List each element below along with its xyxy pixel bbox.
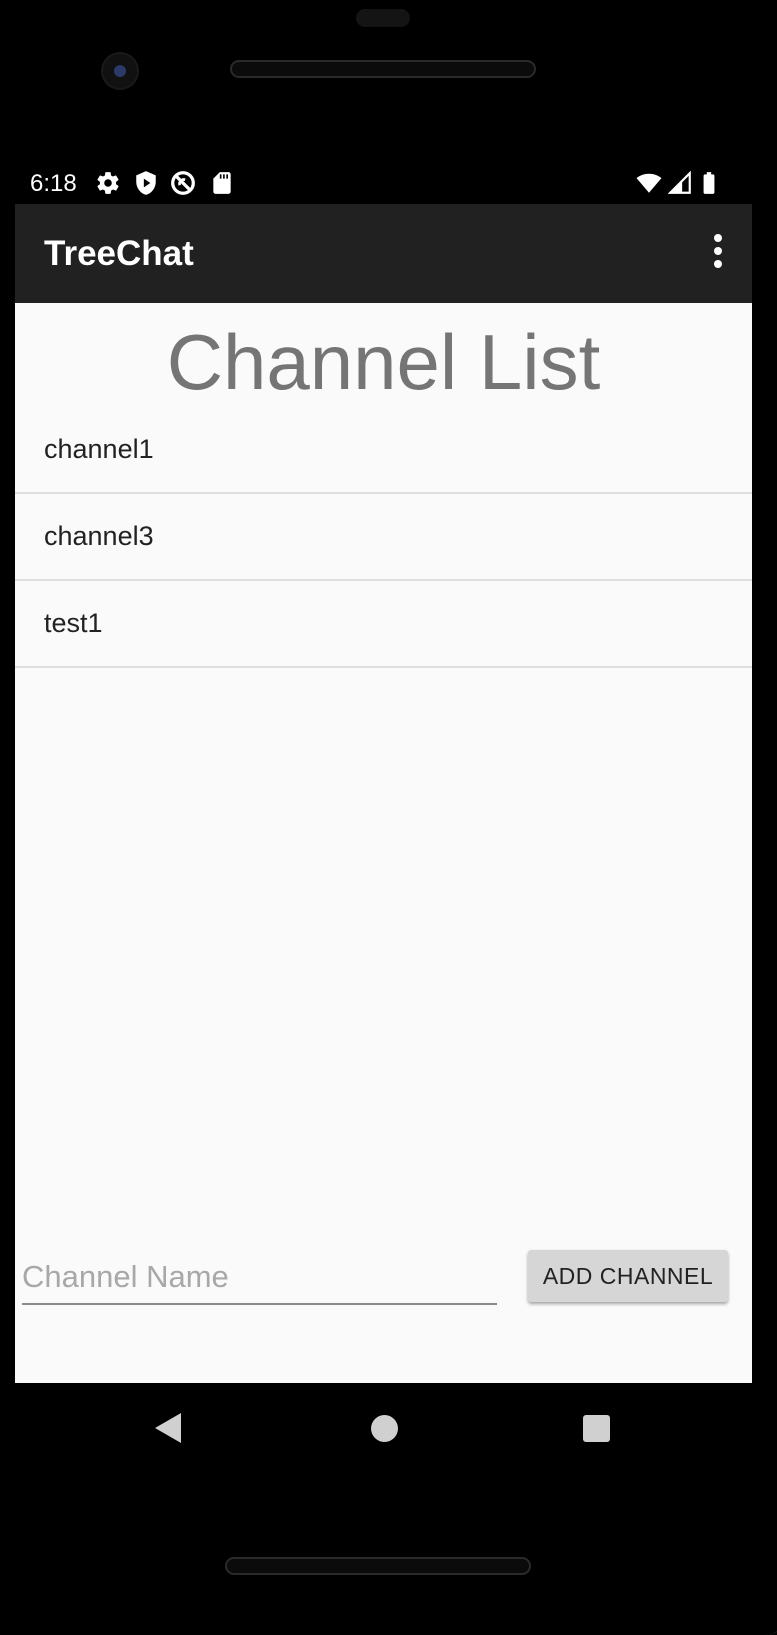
channel-name-field [22, 1251, 497, 1305]
channel-label: test1 [44, 608, 103, 638]
add-channel-button[interactable]: ADD CHANNEL [528, 1250, 728, 1302]
wifi-icon [636, 173, 662, 193]
channel-name-input[interactable] [22, 1251, 497, 1303]
cell-signal-icon [667, 170, 691, 194]
sensor-slot [356, 9, 410, 27]
front-camera [103, 54, 137, 88]
more-vert-icon[interactable] [708, 234, 728, 274]
channel-label: channel3 [44, 521, 154, 551]
list-item-channel[interactable]: test1 [15, 581, 752, 668]
channel-list: channel1 channel3 test1 [15, 407, 752, 668]
app-bar: TreeChat [15, 204, 752, 303]
sd-card-icon [213, 172, 231, 194]
earpiece-speaker [230, 60, 536, 78]
settings-icon [97, 172, 119, 194]
bottom-speaker [225, 1557, 531, 1575]
battery-icon [703, 172, 715, 194]
recents-icon[interactable] [583, 1415, 610, 1442]
list-item-channel[interactable]: channel3 [15, 494, 752, 581]
page-title: Channel List [166, 318, 601, 406]
system-nav-bar [15, 1383, 752, 1473]
shield-play-icon [136, 171, 156, 195]
no-signal-circle-icon [171, 171, 195, 195]
main-content: Channel List channel1 channel3 test1 ADD… [15, 303, 752, 1383]
status-bar: 6:18 [15, 160, 752, 204]
status-time: 6:18 [30, 170, 77, 197]
channel-label: channel1 [44, 434, 154, 464]
list-item-channel[interactable]: channel1 [15, 407, 752, 494]
home-icon[interactable] [371, 1415, 398, 1442]
back-icon[interactable] [155, 1413, 181, 1443]
app-title: TreeChat [44, 234, 194, 273]
